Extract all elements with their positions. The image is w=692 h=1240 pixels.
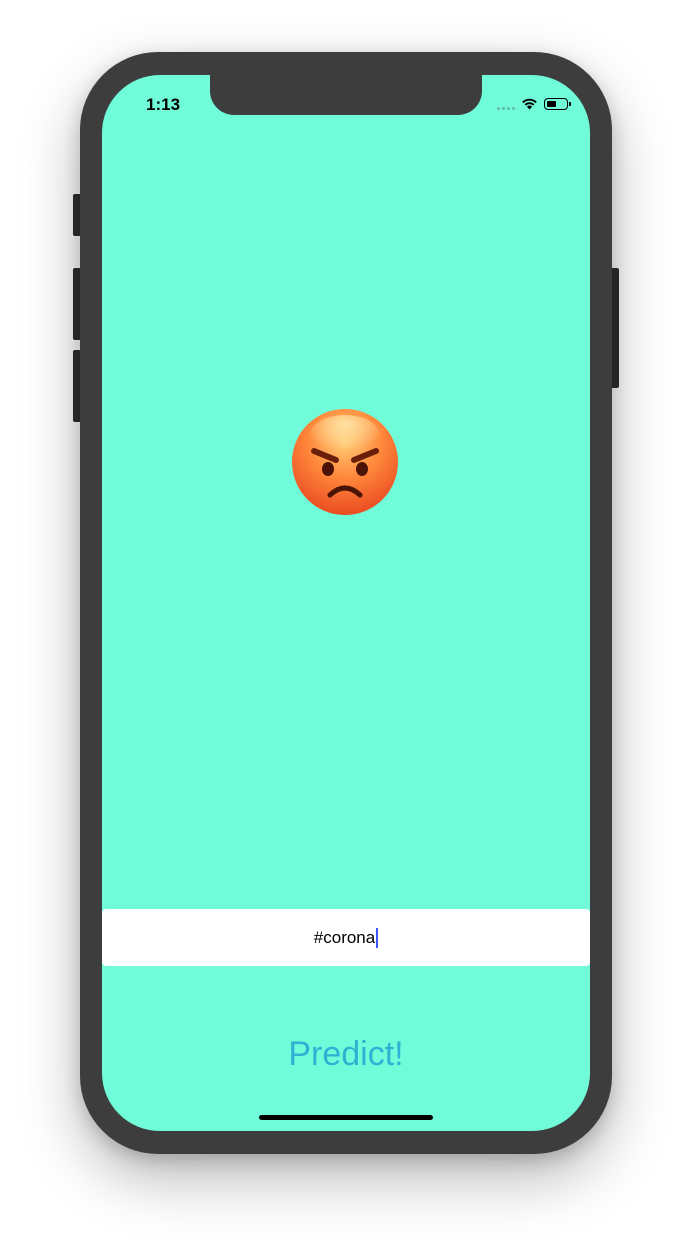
- predict-button[interactable]: Predict!: [102, 1035, 590, 1074]
- battery-icon: [544, 97, 571, 110]
- hashtag-input[interactable]: #corona: [102, 909, 590, 966]
- stage: 1:13 #corona Predict!: [0, 0, 692, 1240]
- angry-face-emoji-icon: [292, 409, 398, 515]
- hashtag-input-value: #corona: [313, 927, 376, 947]
- battery-level: [547, 100, 556, 107]
- cellular-signal-icon: [497, 98, 515, 110]
- notch: [210, 75, 482, 115]
- text-caret: [376, 927, 379, 948]
- status-time: 1:13: [146, 95, 181, 114]
- status-icons: [497, 97, 571, 110]
- app-screen: 1:13 #corona Predict!: [102, 75, 590, 1131]
- home-indicator[interactable]: [259, 1115, 433, 1120]
- wifi-icon: [522, 98, 537, 110]
- power-button: [611, 268, 619, 388]
